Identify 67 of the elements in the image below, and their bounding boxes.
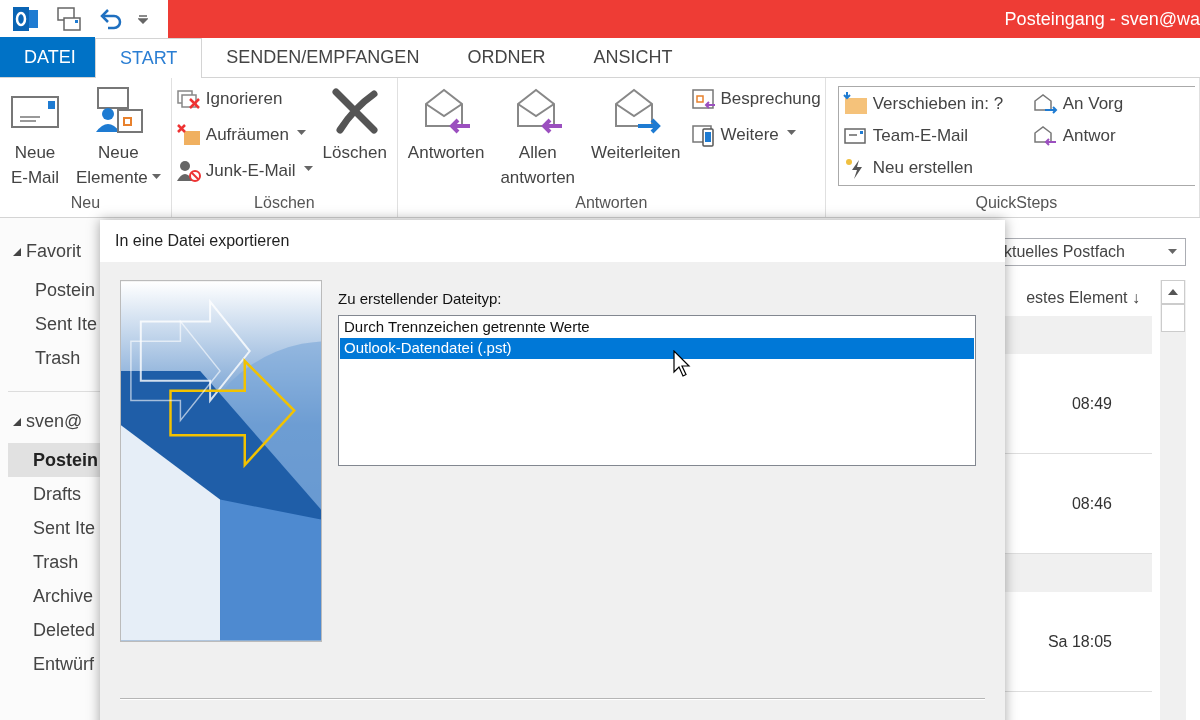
quickstep-item[interactable]: Team-E-Mail <box>842 121 1033 151</box>
meeting-icon <box>690 87 717 111</box>
dialog-title: In eine Datei exportieren <box>115 231 290 251</box>
ribbon-tab[interactable]: ORDNER <box>443 37 570 77</box>
folder-section-title[interactable]: Favorit <box>26 238 81 265</box>
window-title: Posteingang - sven@wa <box>1004 7 1200 31</box>
expand-triangle-icon[interactable] <box>12 416 22 427</box>
ribbon-small-button[interactable]: Weitere <box>690 120 821 150</box>
ribbon-tab[interactable]: SENDEN/EMPFANGEN <box>202 37 444 77</box>
undo-icon[interactable] <box>98 8 122 30</box>
folder-item[interactable]: Trash <box>8 545 100 579</box>
more-icon <box>690 123 717 147</box>
ribbon-tab[interactable]: DATEI <box>0 37 95 77</box>
ribbon-small-button[interactable]: Aufräumen <box>175 120 313 150</box>
ribbon-small-button[interactable]: Besprechung <box>690 84 821 114</box>
quickstep-item[interactable]: Verschieben in: ? <box>842 89 1033 119</box>
message-time: 08:46 <box>1071 493 1112 514</box>
folder-item[interactable]: Archive <box>8 579 100 613</box>
folder-item[interactable]: Trash <box>0 341 100 375</box>
reply-mail-icon <box>1032 124 1059 148</box>
folder-item[interactable]: Entwürf <box>8 647 100 681</box>
group-label: Löschen <box>253 193 316 213</box>
caret-icon <box>1168 249 1177 255</box>
folder-section-title[interactable]: sven@ <box>26 408 83 435</box>
customize-icon[interactable] <box>138 13 148 25</box>
ribbon-button[interactable]: Neue Elemente <box>70 82 167 190</box>
scroll-up-icon[interactable] <box>1161 280 1185 304</box>
folder-item[interactable]: Deleted <box>8 613 100 647</box>
ribbon-button[interactable]: Löschen <box>316 82 393 165</box>
scrollbar[interactable] <box>1160 280 1186 720</box>
forward-mail-icon <box>1032 92 1059 116</box>
ribbon-tab[interactable]: START <box>95 38 203 78</box>
search-scope-dropdown[interactable]: ktuelles Postfach <box>1004 238 1186 266</box>
send-receive-icon[interactable] <box>56 6 82 32</box>
cleanup-icon <box>175 123 202 147</box>
folder-item[interactable]: Postein <box>0 273 100 307</box>
message-time: 08:49 <box>1071 393 1112 414</box>
junk-icon <box>175 159 202 183</box>
ribbon-small-button[interactable]: Ignorieren <box>175 84 313 114</box>
delete-icon <box>329 86 380 136</box>
ribbon-tab[interactable]: ANSICHT <box>569 37 697 77</box>
group-label: Antworten <box>574 193 649 213</box>
folder-item[interactable]: Sent Ite <box>8 511 100 545</box>
file-type-option[interactable]: Durch Trennzeichen getrennte Werte <box>340 316 974 338</box>
folder-item[interactable]: Postein <box>8 443 100 477</box>
ribbon-small-button[interactable]: Junk-E-Mail <box>175 156 313 186</box>
quickstep-item[interactable]: Neu erstellen <box>842 153 1033 183</box>
mouse-cursor-icon <box>673 349 691 378</box>
file-type-option[interactable]: Outlook-Datendatei (.pst) <box>340 337 974 359</box>
message-time: Sa 18:05 <box>1047 631 1112 652</box>
expand-triangle-icon[interactable] <box>12 246 22 257</box>
scroll-thumb[interactable] <box>1161 304 1185 332</box>
ribbon-button[interactable]: Neue E-Mail <box>4 82 66 190</box>
group-label: QuickSteps <box>974 193 1059 213</box>
ribbon-button[interactable]: Weiterleiten <box>585 82 687 165</box>
ignore-icon <box>175 87 202 111</box>
folder-icon <box>842 92 869 116</box>
ribbon-button[interactable]: Allen antworten <box>494 82 582 190</box>
sort-header[interactable]: estes Element ↓ <box>1004 280 1152 316</box>
ribbon-button[interactable]: Antworten <box>401 82 491 165</box>
quickstep-item[interactable]: An Vorg <box>1032 89 1191 119</box>
group-label: Neu <box>69 193 102 213</box>
folder-item[interactable]: Drafts <box>8 477 100 511</box>
app-logo-icon[interactable] <box>12 6 40 32</box>
folder-item[interactable]: Sent Ite <box>0 307 100 341</box>
quickstep-item[interactable]: Antwor <box>1032 121 1191 151</box>
file-type-label: Zu erstellender Dateityp: <box>338 289 503 309</box>
